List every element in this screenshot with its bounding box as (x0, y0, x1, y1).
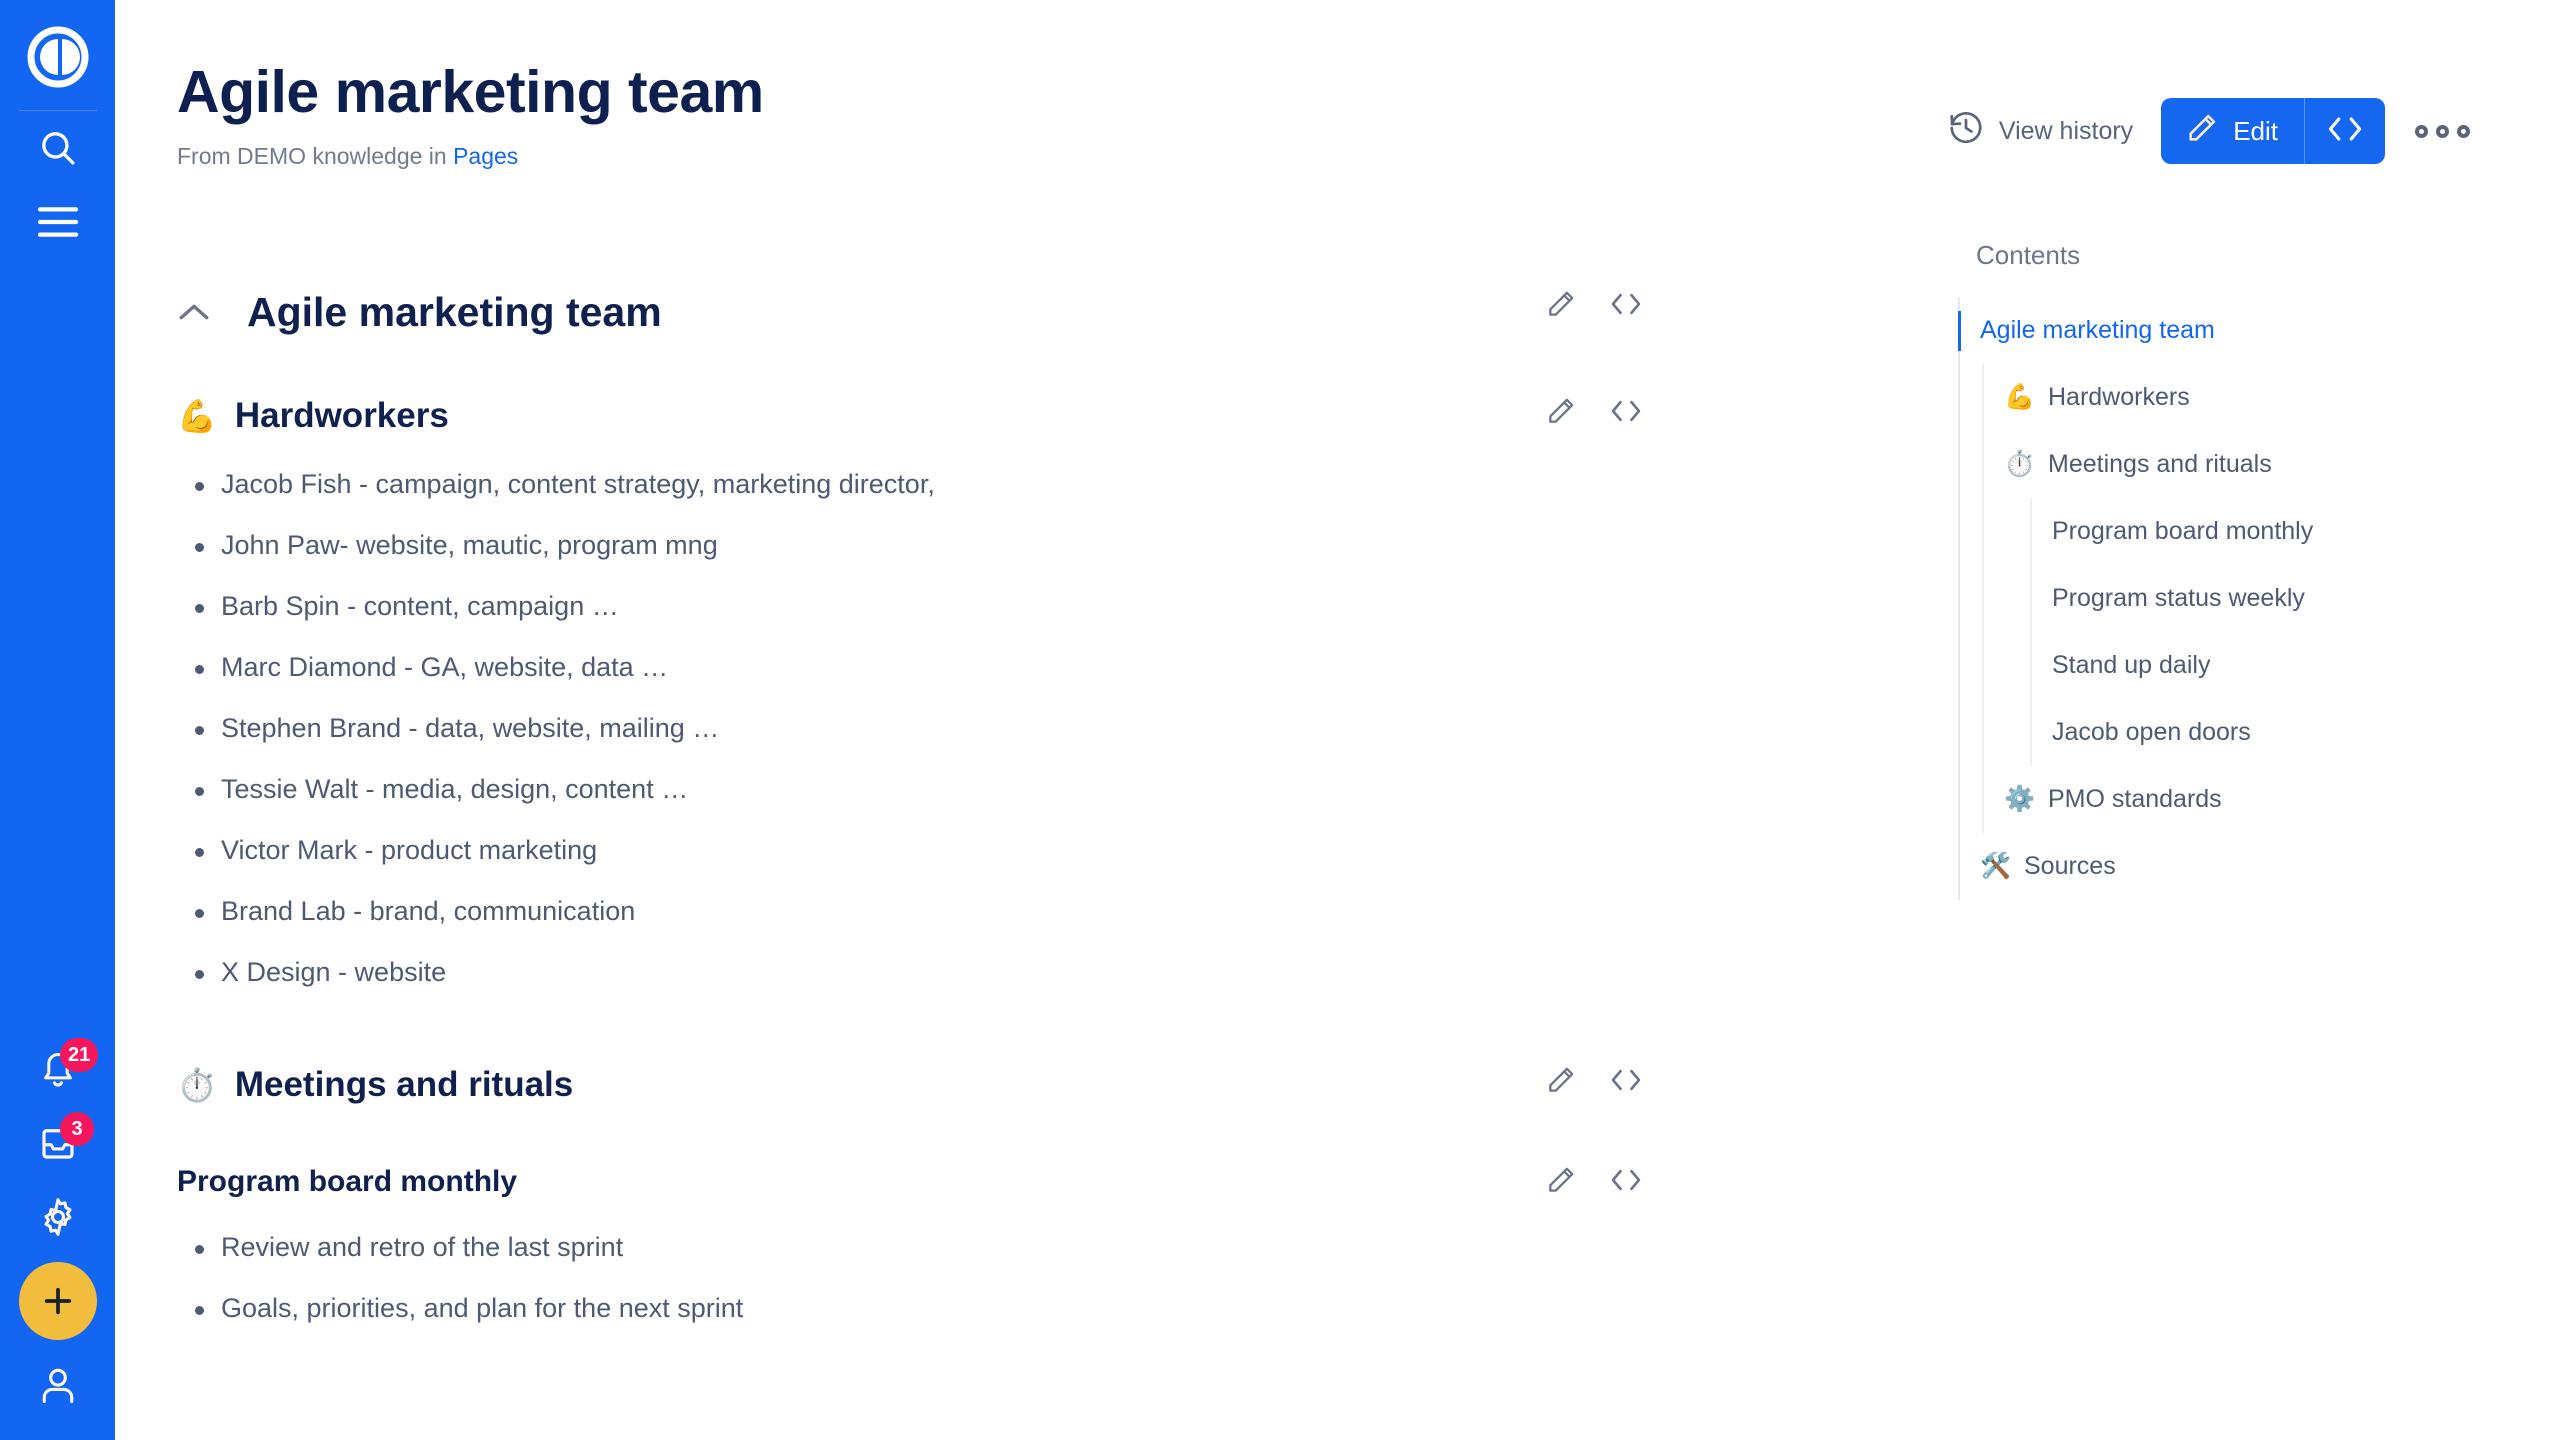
section-agile-marketing-team: Agile marketing team (177, 288, 1885, 337)
list-item: Tessie Walt - media, design, content … (221, 776, 1585, 803)
list-item: Review and retro of the last sprint (221, 1234, 1585, 1261)
hardworkers-heading-text: Hardworkers (235, 395, 449, 437)
breadcrumb-pages-link[interactable]: Pages (453, 143, 518, 169)
add-plus-button[interactable] (19, 1262, 97, 1340)
hardworkers-tools (1545, 395, 1645, 432)
contents-title: Contents (1958, 240, 2498, 271)
toc-item-meetings-and-rituals[interactable]: ⏱️ Meetings and rituals (1984, 431, 2498, 498)
main-area: Agile marketing team From DEMO knowledge… (115, 0, 2560, 1440)
toc-item-label: Sources (2024, 852, 2116, 881)
edit-label: Edit (2233, 116, 2278, 147)
gear-icon[interactable] (0, 1180, 115, 1254)
notifications-badge: 21 (60, 1038, 98, 1072)
edit-program-board-pencil-icon[interactable] (1545, 1164, 1577, 1201)
user-avatar-icon[interactable] (0, 1348, 115, 1422)
edit-hardworkers-pencil-icon[interactable] (1545, 395, 1577, 432)
section-heading: Agile marketing team (177, 288, 1585, 337)
toc-item-jacob-open-doors[interactable]: Jacob open doors (2032, 699, 2498, 766)
inbox-icon[interactable]: 3 (0, 1106, 115, 1180)
toc-item-label: Meetings and rituals (2048, 450, 2272, 479)
edit-meetings-pencil-icon[interactable] (1545, 1064, 1577, 1101)
toc-item-program-status-weekly[interactable]: Program status weekly (2032, 565, 2498, 632)
pencil-icon (2185, 111, 2219, 152)
program-board-list: Review and retro of the last sprint Goal… (177, 1234, 1585, 1322)
code-brackets-icon (2325, 112, 2365, 151)
left-nav-rail: 21 3 (0, 0, 115, 1440)
section-meetings-and-rituals: ⏱️ Meetings and rituals (177, 1064, 1885, 1106)
flexed-biceps-icon: 💪 (2004, 385, 2034, 410)
inbox-badge: 3 (60, 1112, 94, 1146)
article-body: Agile marketing team (115, 170, 1885, 1322)
stopwatch-icon: ⏱️ (2004, 452, 2034, 477)
toc-level-1-group: Agile marketing team 💪 Hardworkers ⏱️ Me… (1958, 297, 2498, 900)
list-item: Victor Mark - product marketing (221, 837, 1585, 864)
view-history-label: View history (1999, 117, 2133, 146)
program-board-code-brackets-icon[interactable] (1607, 1165, 1645, 1200)
list-item: Marc Diamond - GA, website, data … (221, 654, 1585, 681)
program-board-tools (1545, 1164, 1645, 1201)
rail-top-group (0, 0, 115, 259)
toc-item-sources[interactable]: 🛠️ Sources (1960, 833, 2498, 900)
toc-item-label: Program board monthly (2052, 517, 2313, 546)
app-root: 21 3 (0, 0, 2560, 1440)
toc-item-label: Program status weekly (2052, 584, 2305, 613)
list-item: Jacob Fish - campaign, content strategy,… (221, 471, 1585, 498)
list-item: Stephen Brand - data, website, mailing … (221, 715, 1585, 742)
breadcrumb-prefix: From DEMO knowledge in (177, 143, 453, 169)
meetings-heading-text: Meetings and rituals (235, 1064, 573, 1106)
toc-item-hardworkers[interactable]: 💪 Hardworkers (1984, 364, 2498, 431)
more-dot-1-icon (2415, 125, 2428, 138)
toc-item-label: Stand up daily (2052, 651, 2210, 680)
edit-section-pencil-icon[interactable] (1545, 288, 1577, 325)
table-of-contents: Contents Agile marketing team 💪 Hardwork… (1958, 240, 2498, 900)
program-board-heading: Program board monthly (177, 1164, 1585, 1200)
toc-level-3-group: Program board monthly Program status wee… (2030, 498, 2498, 766)
meetings-heading: ⏱️ Meetings and rituals (177, 1064, 1585, 1106)
list-item: John Paw- website, mautic, program mng (221, 532, 1585, 559)
flexed-biceps-icon: 💪 (177, 400, 217, 432)
more-dot-3-icon (2457, 125, 2470, 138)
toc-item-label: Jacob open doors (2052, 718, 2251, 747)
gear-icon: ⚙️ (2004, 787, 2034, 812)
search-icon[interactable] (0, 111, 115, 185)
rail-bottom-group: 21 3 (0, 1032, 115, 1422)
hardworkers-code-brackets-icon[interactable] (1607, 396, 1645, 431)
page-header: Agile marketing team From DEMO knowledge… (115, 0, 2560, 170)
meetings-tools (1545, 1064, 1645, 1101)
section-tools (1545, 288, 1645, 325)
view-source-code-button[interactable] (2305, 98, 2385, 164)
toc-item-program-board-monthly[interactable]: Program board monthly (2032, 498, 2498, 565)
header-actions: View history Edit (1947, 98, 2470, 164)
menu-icon[interactable] (0, 185, 115, 259)
hardworkers-list: Jacob Fish - campaign, content strategy,… (177, 471, 1585, 986)
toc-item-label: PMO standards (2048, 785, 2222, 814)
meetings-code-brackets-icon[interactable] (1607, 1065, 1645, 1100)
toc-level-2-group: 💪 Hardworkers ⏱️ Meetings and rituals Pr… (1982, 364, 2498, 833)
view-history-button[interactable]: View history (1947, 109, 2133, 154)
hardworkers-heading: 💪 Hardworkers (177, 395, 1585, 437)
history-clock-icon (1947, 109, 1985, 154)
section-program-board-monthly: Program board monthly (177, 1164, 1885, 1322)
toc-item-stand-up-daily[interactable]: Stand up daily (2032, 632, 2498, 699)
section-code-brackets-icon[interactable] (1607, 289, 1645, 324)
collapse-chevron-up-icon[interactable] (177, 300, 225, 324)
list-item: Goals, priorities, and plan for the next… (221, 1295, 1585, 1322)
list-item: Barb Spin - content, campaign … (221, 593, 1585, 620)
toc-item-agile-marketing-team[interactable]: Agile marketing team (1960, 297, 2498, 364)
toc-item-label: Hardworkers (2048, 383, 2190, 412)
toc-item-pmo-standards[interactable]: ⚙️ PMO standards (1984, 766, 2498, 833)
hammer-and-wrench-icon: 🛠️ (1980, 854, 2010, 879)
notifications-bell-icon[interactable]: 21 (0, 1032, 115, 1106)
list-item: X Design - website (221, 959, 1585, 986)
more-dot-2-icon (2436, 125, 2449, 138)
list-item: Brand Lab - brand, communication (221, 898, 1585, 925)
edit-button-group: Edit (2161, 98, 2385, 164)
edit-button[interactable]: Edit (2161, 98, 2304, 164)
more-options-button[interactable] (2415, 125, 2470, 138)
stopwatch-icon: ⏱️ (177, 1069, 217, 1101)
section-heading-text: Agile marketing team (247, 288, 662, 337)
toc-item-label: Agile marketing team (1980, 316, 2215, 345)
app-logo[interactable] (0, 26, 115, 88)
section-hardworkers: 💪 Hardworkers (177, 395, 1885, 986)
